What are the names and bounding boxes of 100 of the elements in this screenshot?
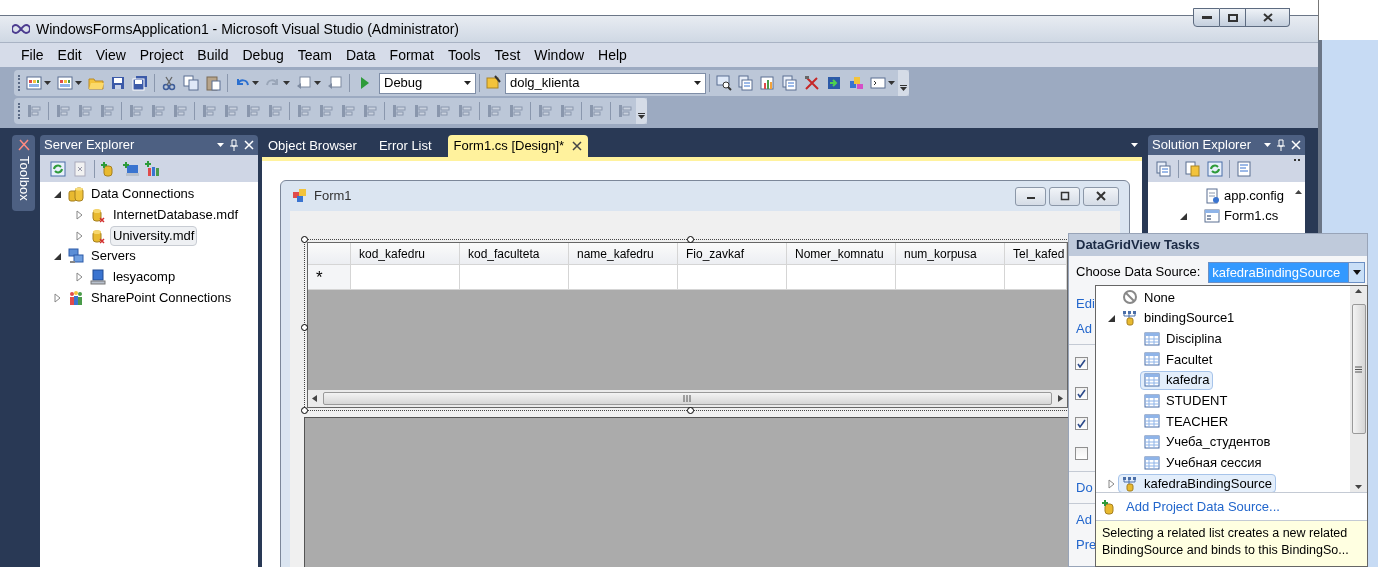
chart-icon[interactable]	[760, 75, 776, 91]
cut-icon[interactable]	[161, 75, 177, 91]
layout-icon[interactable]	[77, 103, 93, 119]
scrollbar-thumb[interactable]	[323, 392, 1052, 405]
resize-handle[interactable]	[687, 236, 694, 243]
show-files-icon[interactable]	[1185, 160, 1201, 177]
column-header[interactable]: num_korpusa	[896, 243, 1005, 264]
document-tab[interactable]: Error List	[372, 135, 438, 157]
delete-icon[interactable]	[72, 160, 88, 177]
horizontal-scrollbar[interactable]	[308, 390, 1067, 407]
data-source-option[interactable]: Учеба_студентов	[1140, 432, 1275, 452]
minimize-button[interactable]	[1193, 8, 1220, 27]
vertical-scrollbar[interactable]	[1350, 286, 1367, 492]
layout-icon[interactable]	[99, 103, 115, 119]
checkbox[interactable]	[1075, 446, 1088, 460]
window-icon[interactable]	[870, 75, 886, 91]
layout-icon[interactable]	[588, 103, 604, 119]
menu-item[interactable]: Format	[382, 44, 441, 66]
scroll-up-icon[interactable]	[1295, 190, 1302, 194]
layout-icon[interactable]	[508, 103, 524, 119]
layout-icon[interactable]	[26, 103, 42, 119]
toolbar-overflow-button[interactable]	[898, 70, 909, 96]
tree-item[interactable]: Servers	[88, 246, 139, 267]
menu-item[interactable]: File	[14, 44, 51, 66]
resize-handle[interactable]	[301, 407, 308, 414]
layout-icon[interactable]	[537, 103, 553, 119]
checkbox[interactable]	[1075, 386, 1088, 400]
configuration-combo[interactable]: Debug	[379, 72, 476, 94]
menu-item[interactable]: Tools	[440, 44, 488, 66]
menu-item[interactable]: Window	[527, 44, 592, 66]
close-button[interactable]	[1246, 8, 1290, 27]
menu-item[interactable]: Debug	[235, 44, 291, 66]
menu-item[interactable]: Data	[339, 44, 383, 66]
find-magnifier-icon[interactable]	[716, 75, 732, 91]
pin-icon[interactable]	[230, 139, 238, 151]
tree-item[interactable]: Data Connections	[88, 184, 198, 205]
expanded-arrow-icon[interactable]	[52, 251, 64, 262]
layout-icon[interactable]	[340, 103, 356, 119]
column-header[interactable]: kod_faculteta	[460, 243, 569, 264]
menu-item[interactable]: Test	[487, 44, 528, 66]
column-header[interactable]: kod_kafedru	[351, 243, 460, 264]
resize-handle[interactable]	[301, 236, 308, 243]
form-close-button[interactable]	[1083, 186, 1119, 206]
find-combo[interactable]: dolg_klienta	[505, 72, 706, 94]
layout-icon[interactable]	[55, 103, 71, 119]
data-source-option[interactable]: Disciplina	[1140, 329, 1226, 349]
add-computer-icon[interactable]	[123, 160, 139, 177]
layout-icon[interactable]	[318, 103, 334, 119]
tree-item[interactable]: Form1.cs	[1224, 206, 1279, 226]
column-header[interactable]: name_kafedru	[569, 243, 678, 264]
document-tab[interactable]: Object Browser	[262, 135, 363, 157]
data-source-option[interactable]: TEACHER	[1140, 411, 1233, 431]
properties-icon[interactable]	[738, 75, 754, 91]
data-source-option[interactable]: STUDENT	[1140, 391, 1232, 411]
layout-icon[interactable]	[223, 103, 239, 119]
layout-icon[interactable]	[559, 103, 575, 119]
navigate-back-icon[interactable]	[296, 75, 312, 91]
pin-icon[interactable]	[1277, 139, 1285, 151]
layout-icon[interactable]	[172, 103, 188, 119]
layout-icon[interactable]	[391, 103, 407, 119]
column-header[interactable]: Nomer_komnatu	[787, 243, 896, 264]
menu-item[interactable]: Team	[290, 44, 339, 66]
checkbox[interactable]	[1075, 356, 1088, 370]
layout-icon[interactable]	[245, 103, 261, 119]
layout-icon[interactable]	[435, 103, 451, 119]
resize-handle[interactable]	[687, 407, 694, 414]
column-header[interactable]: Tel_kafed	[1005, 243, 1067, 264]
document-tab[interactable]: Form1.cs [Design]*	[447, 135, 589, 157]
scrollbar-thumb[interactable]	[1351, 304, 1366, 434]
menu-item[interactable]: View	[88, 44, 133, 66]
expanded-arrow-icon[interactable]	[1106, 313, 1118, 324]
data-source-option[interactable]: bindingSource1	[1118, 308, 1239, 328]
toolbar-overflow-button[interactable]	[636, 98, 647, 124]
tree-item[interactable]: University.mdf	[110, 225, 198, 246]
navigate-forward-icon[interactable]	[327, 75, 343, 91]
layout-icon[interactable]	[362, 103, 378, 119]
blocks-icon[interactable]	[848, 75, 864, 91]
open-folder-icon[interactable]	[88, 75, 104, 91]
refresh-icon[interactable]	[50, 160, 66, 177]
tree-item[interactable]: lesyacomp	[110, 267, 179, 288]
copy-icon[interactable]	[183, 75, 199, 91]
properties-icon[interactable]	[1156, 160, 1172, 177]
data-source-option[interactable]: None	[1118, 287, 1180, 307]
form-minimize-button[interactable]	[1015, 186, 1046, 206]
layout-icon[interactable]	[486, 103, 502, 119]
save-icon[interactable]	[110, 75, 126, 91]
resize-handle[interactable]	[301, 324, 308, 331]
layout-icon[interactable]	[201, 103, 217, 119]
add-people-icon[interactable]	[145, 160, 161, 177]
add-item-icon[interactable]	[57, 75, 73, 91]
close-icon[interactable]	[572, 141, 583, 151]
column-header[interactable]: Fio_zavkaf	[678, 243, 787, 264]
tree-item[interactable]: SharePoint Connections	[88, 287, 235, 308]
toolbox-side-tab[interactable]: Toolbox	[12, 135, 35, 211]
layout-icon[interactable]	[150, 103, 166, 119]
expanded-arrow-icon[interactable]	[1178, 211, 1190, 221]
layout-icon[interactable]	[296, 103, 312, 119]
menu-item[interactable]: Edit	[50, 44, 89, 66]
layout-icon[interactable]	[128, 103, 144, 119]
tree-item[interactable]: app.config	[1224, 186, 1284, 206]
